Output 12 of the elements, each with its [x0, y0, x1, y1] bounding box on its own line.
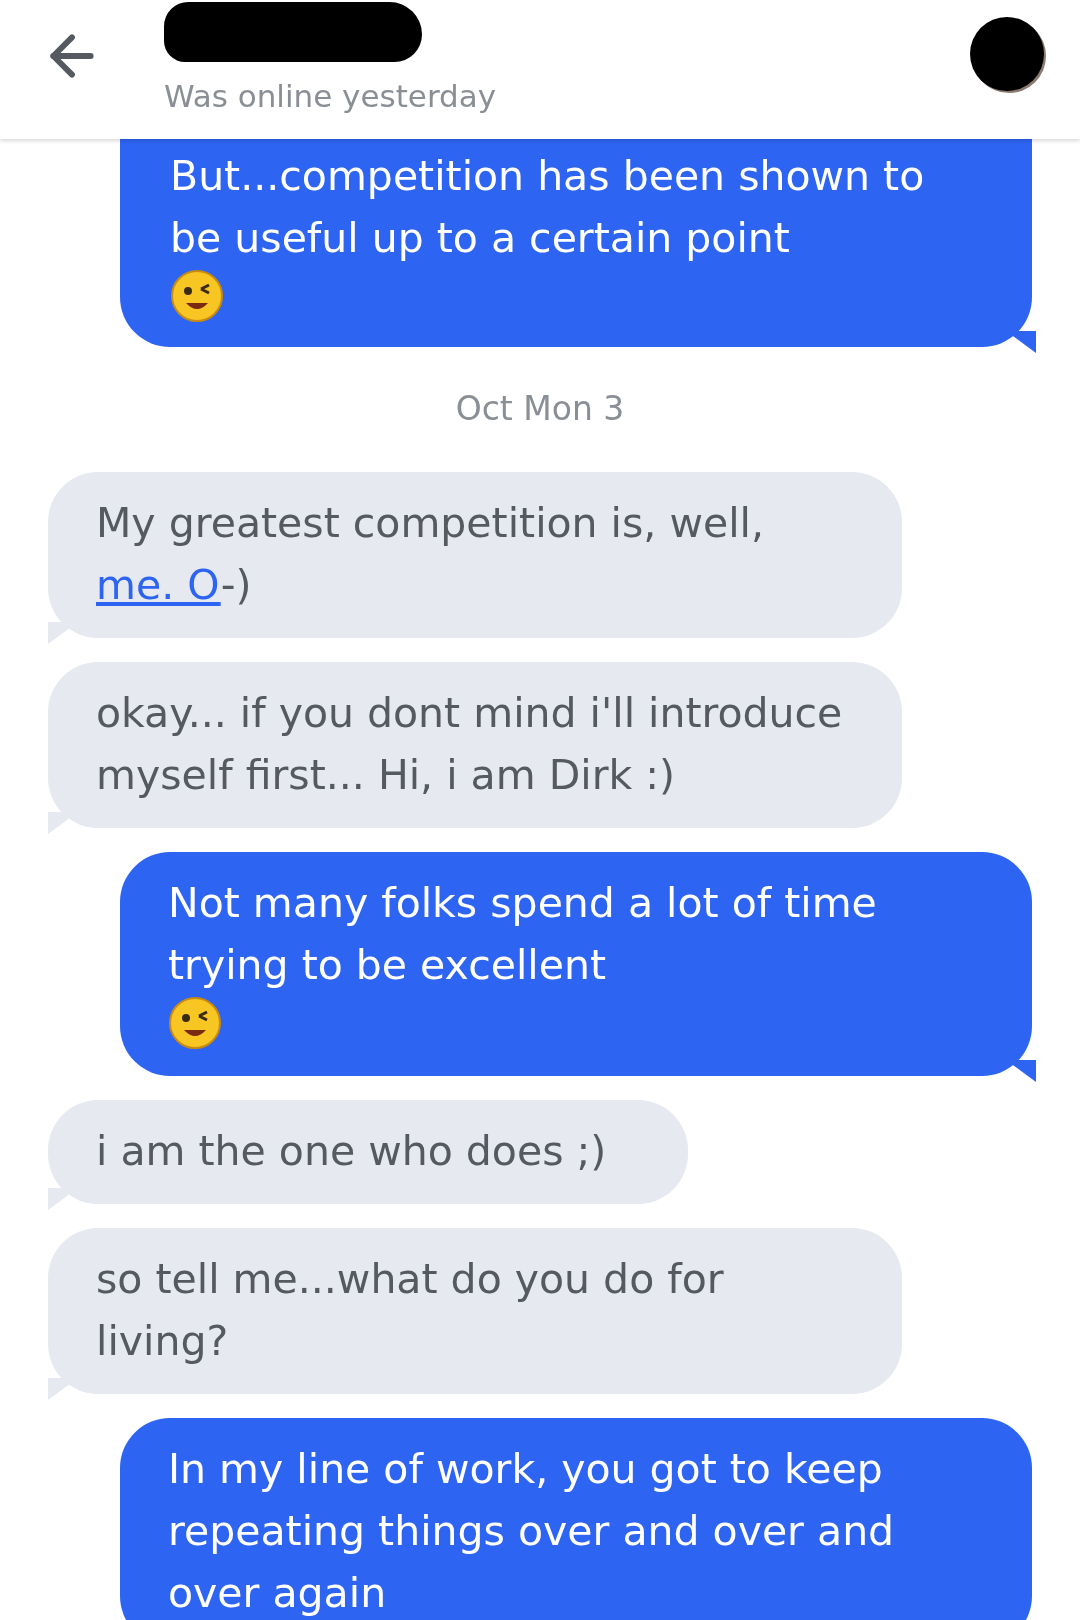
winking-face-icon	[170, 269, 224, 323]
date-separator: Oct Mon 3	[455, 389, 625, 428]
winking-face-icon	[168, 996, 222, 1050]
message-text: okay... if you dont mind i'll introduce myself first... Hi, i am Dirk :)	[96, 688, 844, 801]
message-text: My greatest competition is, well, me. O-)	[96, 498, 765, 611]
message-text: Not many folks spend a lot of time trying to be excellent	[168, 878, 878, 991]
message-link[interactable]: me. O	[96, 561, 221, 609]
message-text: In my line of work, you got to keep repeating things over and over and over again	[168, 1444, 896, 1619]
message-text: i am the one who does ;)	[96, 1126, 607, 1177]
contact-status: Was online yesterday	[164, 78, 498, 114]
message-text: But...competition has been shown to be useful up to a certain point	[170, 151, 925, 264]
message-text: so tell me...what do you do for living?	[96, 1254, 725, 1367]
